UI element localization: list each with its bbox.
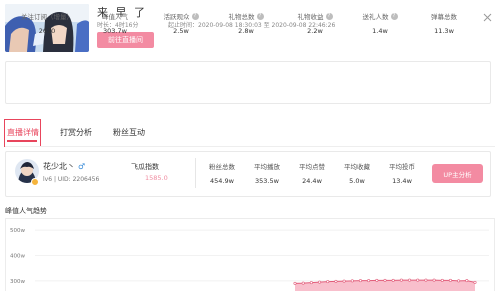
help-icon[interactable]: ?: [256, 12, 264, 20]
data-point[interactable]: [432, 278, 436, 282]
stat-value: 2.2w: [307, 27, 323, 35]
data-point[interactable]: [408, 278, 412, 282]
data-point[interactable]: [473, 280, 477, 284]
data-point[interactable]: [375, 278, 379, 282]
melon-index-value: 1585.0: [145, 174, 168, 182]
stat-value: 2.8w: [238, 27, 254, 35]
card-divider: [195, 158, 196, 188]
data-point[interactable]: [318, 280, 322, 284]
data-point[interactable]: [350, 279, 354, 283]
close-icon[interactable]: [483, 7, 492, 22]
data-point[interactable]: [457, 279, 461, 283]
tab-divider: [5, 146, 495, 147]
stat-value: 1.4w: [372, 27, 388, 35]
active-tab-indicator: [7, 140, 37, 142]
data-point[interactable]: [367, 279, 371, 283]
stat-gift-total: 礼物总数? 2.8w: [216, 11, 276, 35]
live-stats-panel: [5, 61, 491, 104]
data-point[interactable]: [399, 278, 403, 282]
stat-follow-increment: 关注订阅（增量） 2610: [17, 11, 77, 35]
metric-avg-coins: 平均投币 13.4w: [389, 163, 415, 185]
stat-danmaku-total: 弹幕总数 11.3w: [414, 11, 474, 35]
stat-peak-popularity: 峰值人气 303.7w: [85, 11, 145, 35]
data-point[interactable]: [293, 281, 297, 285]
anchor-name-row: 花少北丶 ♂: [43, 161, 85, 172]
metric-avg-likes: 平均点赞 24.4w: [299, 163, 325, 185]
y-tick-label: 300w: [10, 279, 25, 285]
tab-live-details[interactable]: 直播详情: [7, 127, 39, 138]
metric-total-fans: 粉丝总数 454.9w: [209, 163, 235, 185]
male-icon: ♂: [78, 162, 86, 171]
tab-reward-analysis[interactable]: 打赏分析: [60, 127, 92, 138]
stat-value: 303.7w: [103, 27, 127, 35]
tab-fan-interaction[interactable]: 粉丝互动: [113, 127, 145, 138]
stat-value: 11.3w: [434, 27, 454, 35]
data-point[interactable]: [301, 281, 305, 285]
data-point[interactable]: [416, 278, 420, 282]
metric-avg-plays: 平均播放 353.5w: [254, 163, 280, 185]
help-icon[interactable]: ?: [390, 12, 398, 20]
data-point[interactable]: [342, 279, 346, 283]
help-icon[interactable]: ?: [325, 12, 333, 20]
data-point[interactable]: [440, 278, 444, 282]
metric-avg-favorites: 平均收藏 5.0w: [344, 163, 370, 185]
stat-gift-revenue: 礼物收益? 2.2w: [285, 11, 345, 35]
y-tick-label: 400w: [10, 254, 25, 260]
data-point[interactable]: [309, 281, 313, 285]
data-point[interactable]: [326, 280, 330, 284]
data-point[interactable]: [465, 279, 469, 283]
stat-value: 2610: [38, 27, 56, 35]
help-icon[interactable]: ?: [191, 12, 199, 20]
data-point[interactable]: [358, 279, 362, 283]
chart-title: 峰值人气趋势: [5, 207, 47, 215]
stat-gift-senders: 送礼人数? 1.4w: [350, 11, 410, 35]
data-point[interactable]: [391, 278, 395, 282]
data-point[interactable]: [334, 279, 338, 283]
chart-plot: 500w 400w 300w: [10, 228, 489, 291]
y-tick-label: 500w: [10, 228, 25, 234]
anchor-name[interactable]: 花少北丶: [43, 161, 75, 172]
stat-active-viewers: 活跃观众? 2.5w: [151, 11, 211, 35]
verified-badge-icon: [31, 178, 39, 186]
up-analysis-button[interactable]: UP主分析: [432, 164, 483, 183]
anchor-level-uid: lv6 | UID: 2206456: [43, 176, 100, 183]
stat-value: 2.5w: [173, 27, 189, 35]
data-point[interactable]: [424, 278, 428, 282]
data-point[interactable]: [448, 278, 452, 282]
melon-index-label: 飞瓜指数: [131, 163, 159, 171]
data-point[interactable]: [383, 278, 387, 282]
